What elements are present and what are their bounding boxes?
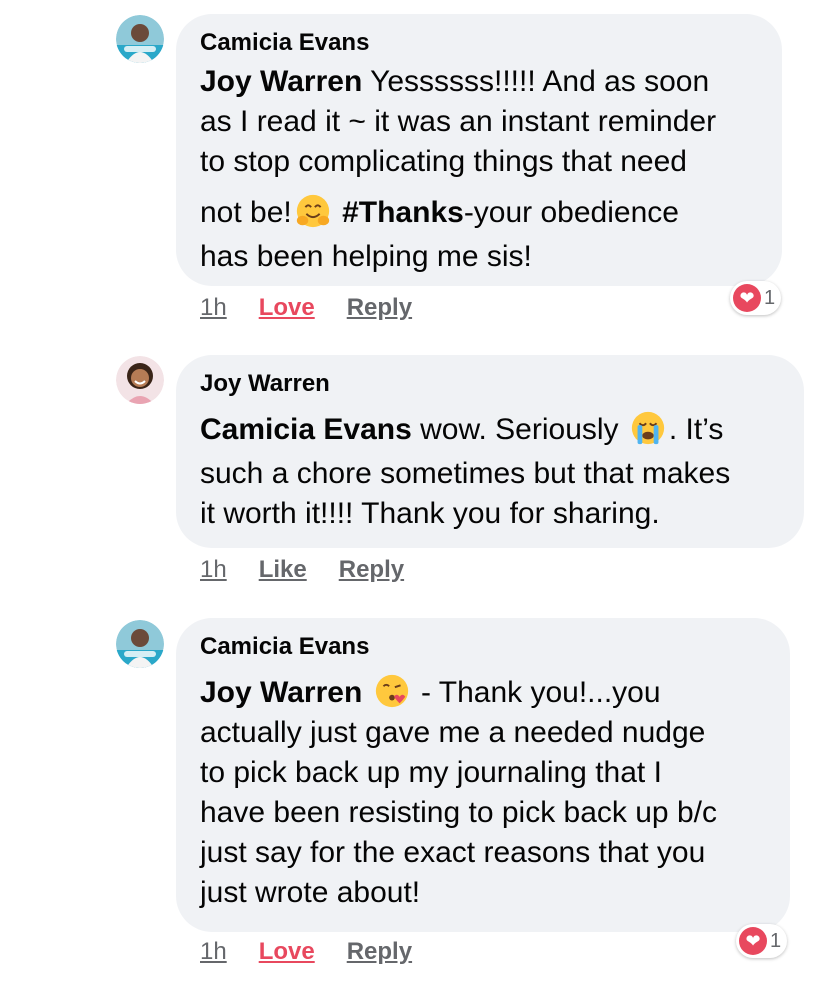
like-button[interactable]: Like [259,554,307,586]
comment-text: Camicia Evans wow. Seriously . It’s such… [200,409,780,534]
text-segment: not be! [200,196,292,229]
text-segment: - Thank you!...you [412,676,661,709]
comment-bubble-1: Camicia Evans Joy Warren Yessssss!!!!! A… [176,14,782,286]
text-segment: wow. Seriously [411,413,627,446]
text-segment: Yessssss!!!!! And as soon [362,65,710,98]
mention-link[interactable]: Camicia Evans [200,413,412,446]
heart-icon: ❤ [739,927,767,955]
reply-button[interactable]: Reply [347,292,412,324]
text-line: it worth it!!!! Thank you for sharing. [200,497,660,530]
comment-bubble-3: Camicia Evans Joy Warren - Thank you!...… [176,618,790,932]
love-button[interactable]: Love [259,292,315,324]
text-line: actually just gave me a needed nudge [200,716,706,749]
avatar-joy[interactable] [116,356,164,404]
comment-author[interactable]: Camicia Evans [200,632,766,662]
reply-button[interactable]: Reply [347,936,412,968]
comment-actions: 1h Love Reply [200,292,444,324]
comment-text: Joy Warren - Thank you!...you actually j… [200,672,766,913]
avatar-camicia[interactable] [116,15,164,63]
reaction-count: 1 [770,929,782,952]
comment-author[interactable]: Joy Warren [200,369,780,399]
reaction-count: 1 [764,286,776,309]
text-line: just wrote about! [200,876,421,909]
heart-icon: ❤ [733,284,761,312]
face-blowing-kiss-icon [375,674,408,708]
hugging-face-icon [296,194,329,228]
text-line: has been helping me sis! [200,240,532,273]
timestamp[interactable]: 1h [200,554,227,586]
text-line: to stop complicating things that need [200,145,687,178]
love-button[interactable]: Love [259,936,315,968]
timestamp[interactable]: 1h [200,292,227,324]
reaction-badge[interactable]: ❤ 1 [730,281,782,315]
mention-link[interactable]: Joy Warren [200,65,362,98]
comment-actions: 1h Like Reply [200,554,436,586]
timestamp[interactable]: 1h [200,936,227,968]
avatar-camicia[interactable] [116,620,164,668]
reply-button[interactable]: Reply [339,554,404,586]
text-line: such a chore sometimes but that makes [200,457,731,490]
text-line: to pick back up my journaling that I [200,756,662,789]
text-line: as I read it ~ it was an instant reminde… [200,105,717,138]
reaction-badge[interactable]: ❤ 1 [736,924,788,958]
loudly-crying-face-icon [631,411,665,445]
hashtag-link[interactable]: #Thanks [342,196,464,229]
mention-link[interactable]: Joy Warren [200,676,362,709]
comment-actions: 1h Love Reply [200,936,444,968]
comment-author[interactable]: Camicia Evans [200,28,758,58]
text-segment: . It’s [668,413,724,446]
comment-bubble-2: Joy Warren Camicia Evans wow. Seriously … [176,355,804,548]
text-segment: -your obedience [463,196,679,229]
text-line: have been resisting to pick back up b/c [200,796,717,829]
comment-text: Joy Warren Yessssss!!!!! And as soon as … [200,62,758,277]
text-line: just say for the exact reasons that you [200,836,706,869]
